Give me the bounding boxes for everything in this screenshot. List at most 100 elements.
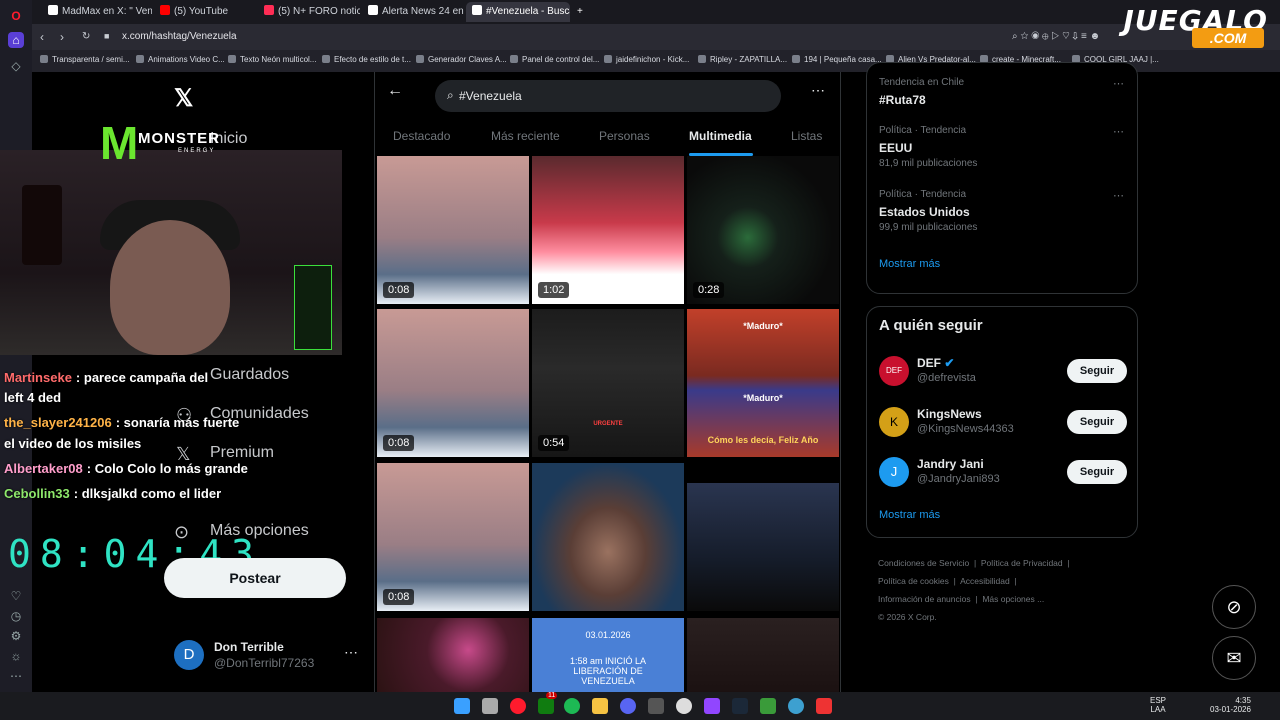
media-thumbnail[interactable]: 03.01.2026 1:58 am INICIÓ LA LIBERACIÓN D… xyxy=(532,618,684,692)
bookmark[interactable]: Transparenta / semi... xyxy=(40,55,130,64)
new-tab-button[interactable]: + xyxy=(574,2,590,22)
bookmark[interactable]: Texto Neón multicol... xyxy=(228,55,316,64)
trend-more-icon[interactable]: ⋯ xyxy=(1113,125,1124,138)
explorer-icon[interactable] xyxy=(592,698,608,714)
toolbar-icons[interactable]: ⌕ ☆ ◉ ⊕ ▷ ♡ ⇩ ≡ ☻ xyxy=(1012,31,1100,42)
media-thumbnail[interactable] xyxy=(687,483,839,611)
chrome-icon[interactable] xyxy=(676,698,692,714)
account-more-icon[interactable]: ⋯ xyxy=(344,644,358,661)
x-logo-icon[interactable]: 𝕏 xyxy=(174,84,193,113)
pin-icon[interactable]: ◇ xyxy=(8,58,24,74)
bookmark[interactable]: jaidefinichon - Kick... xyxy=(604,55,689,64)
trend-title[interactable]: EEUU xyxy=(879,141,912,155)
start-icon[interactable] xyxy=(454,698,470,714)
edge-icon[interactable] xyxy=(788,698,804,714)
search-input[interactable]: ⌕ #Venezuela xyxy=(435,80,781,112)
follow-suggestion[interactable]: K KingsNews @KingsNews44363 Seguir xyxy=(867,398,1139,448)
browser-tab[interactable]: (5) N+ FORO noticias en v xyxy=(258,2,360,22)
follow-button[interactable]: Seguir xyxy=(1067,410,1127,434)
app-icon[interactable] xyxy=(816,698,832,714)
spotify-icon[interactable] xyxy=(564,698,580,714)
streamer-face xyxy=(110,220,230,355)
back-icon[interactable]: ‹ xyxy=(40,30,44,44)
footer-link[interactable]: Más opciones ... xyxy=(982,594,1044,604)
follow-button[interactable]: Seguir xyxy=(1067,359,1127,383)
tab-featured[interactable]: Destacado xyxy=(393,129,450,143)
footer-link[interactable]: Política de cookies xyxy=(878,576,949,586)
tab-latest[interactable]: Más reciente xyxy=(491,129,560,143)
media-thumbnail[interactable]: URGENTE 0:54 xyxy=(532,309,684,457)
settings-icon[interactable]: ⚙ xyxy=(8,628,24,644)
browser-tab[interactable]: MadMax en X: " Vene xyxy=(42,2,152,22)
taskview-icon[interactable] xyxy=(482,698,498,714)
media-thumbnail[interactable]: 0:08 xyxy=(377,309,529,457)
media-thumbnail[interactable] xyxy=(687,618,839,692)
bookmark[interactable]: 194 | Pequeña casa... xyxy=(792,55,882,64)
tab-lists[interactable]: Listas xyxy=(791,129,822,143)
show-more-trends[interactable]: Mostrar más xyxy=(879,258,940,270)
media-thumbnail[interactable]: 0:28 xyxy=(687,156,839,304)
language-indicator[interactable]: ESP LAA xyxy=(1150,696,1166,714)
time: 4:35 xyxy=(1235,696,1251,705)
footer-link[interactable]: Política de Privacidad xyxy=(981,558,1063,568)
follow-handle: @KingsNews44363 xyxy=(917,423,1014,435)
browser-tab[interactable]: Alerta News 24 en X: "usv xyxy=(362,2,464,22)
heart-icon[interactable]: ♡ xyxy=(8,588,24,604)
footer-link[interactable]: Accesibilidad xyxy=(960,576,1010,586)
webcam-overlay xyxy=(0,150,342,355)
trend-title[interactable]: Estados Unidos xyxy=(879,205,970,219)
follow-button[interactable]: Seguir xyxy=(1067,460,1127,484)
post-button[interactable]: Postear xyxy=(164,558,346,598)
follow-suggestion[interactable]: DEF DEF ✔ @defrevista Seguir xyxy=(867,347,1139,397)
browser-tab[interactable]: (5) YouTube xyxy=(154,2,252,22)
show-more-follow[interactable]: Mostrar más xyxy=(879,509,940,521)
tab-label: MadMax en X: " xyxy=(62,6,133,17)
media-thumbnail[interactable] xyxy=(532,463,684,611)
chat-user: Cebollin33 xyxy=(4,486,70,501)
media-thumbnail[interactable]: 1:02 xyxy=(532,156,684,304)
footer-link[interactable]: Información de anuncios xyxy=(878,594,971,604)
account-switcher[interactable]: D Don Terrible @DonTerribl77263 ⋯ xyxy=(172,636,362,676)
url-field[interactable]: x.com/hashtag/Venezuela xyxy=(122,31,237,42)
history-icon[interactable]: ◷ xyxy=(8,608,24,624)
more-icon[interactable]: ⋯ xyxy=(811,82,825,99)
app-icon[interactable] xyxy=(760,698,776,714)
messages-button[interactable]: ✉ xyxy=(1212,636,1256,680)
steam-icon[interactable] xyxy=(732,698,748,714)
twitch-icon[interactable] xyxy=(704,698,720,714)
browser-tab-active[interactable]: #Venezuela - Buscar / X xyxy=(466,2,570,22)
bookmark[interactable]: Generador Claves A... xyxy=(416,55,507,64)
xbox-icon[interactable]: 11 xyxy=(538,692,558,714)
forward-icon[interactable]: › xyxy=(60,30,64,44)
home-icon[interactable]: ⌂ xyxy=(8,32,24,48)
follow-suggestion[interactable]: J Jandry Jani @JandryJani893 Seguir xyxy=(867,448,1139,498)
video-duration: 1:02 xyxy=(538,282,570,298)
bulb-icon[interactable]: ☼ xyxy=(8,648,24,664)
footer-link[interactable]: Condiciones de Servicio xyxy=(878,558,969,568)
clock[interactable]: 4:35 03-01-2026 xyxy=(1210,696,1251,714)
bookmark[interactable]: Animations Video C... xyxy=(136,55,225,64)
more-icon[interactable]: ⋯ xyxy=(8,668,24,684)
reload-icon[interactable]: ↻ xyxy=(82,31,90,42)
video-duration: 0:08 xyxy=(383,589,415,605)
media-thumbnail[interactable] xyxy=(377,618,529,692)
opera-taskbar-icon[interactable] xyxy=(510,698,526,714)
bookmark[interactable]: Panel de control del... xyxy=(510,55,599,64)
media-thumbnail[interactable]: 0:08 xyxy=(377,463,529,611)
discord-icon[interactable] xyxy=(620,698,636,714)
back-arrow-icon[interactable]: ← xyxy=(387,82,403,100)
bookmark[interactable]: Ripley - ZAPATILLA... xyxy=(698,55,787,64)
tab-media[interactable]: Multimedia xyxy=(689,129,752,143)
trend-more-icon[interactable]: ⋯ xyxy=(1113,189,1124,202)
opera-icon[interactable]: O xyxy=(8,8,24,24)
media-thumbnail[interactable]: 0:08 xyxy=(377,156,529,304)
bookmark[interactable]: Efecto de estilo de t... xyxy=(322,55,411,64)
trend-title[interactable]: #Ruta78 xyxy=(879,93,926,107)
monster-can-image xyxy=(22,185,62,265)
app-icon[interactable] xyxy=(648,698,664,714)
tab-people[interactable]: Personas xyxy=(599,129,650,143)
trend-more-icon[interactable]: ⋯ xyxy=(1113,77,1124,90)
nav-bookmarks[interactable]: Guardados xyxy=(210,366,289,384)
media-thumbnail[interactable]: *Maduro* *Maduro* Cómo les decía, Feliz Añ… xyxy=(687,309,839,457)
grok-button[interactable]: ⊘ xyxy=(1212,585,1256,629)
